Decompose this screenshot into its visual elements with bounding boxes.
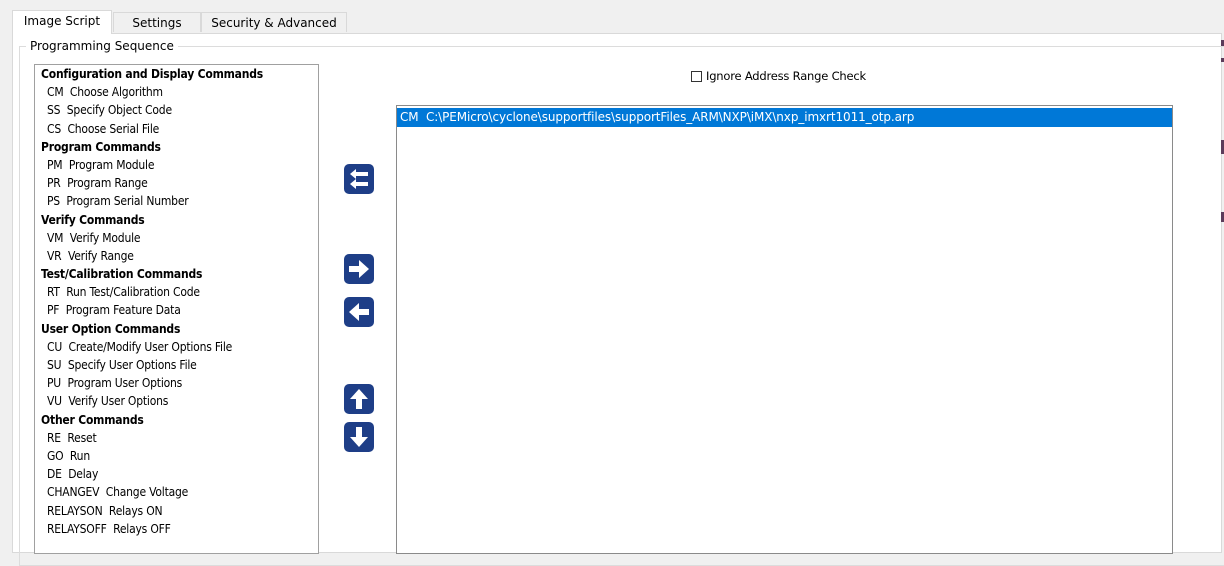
move-down-button[interactable] bbox=[344, 422, 374, 452]
command-item[interactable]: PF Program Feature Data bbox=[35, 301, 318, 319]
command-group-header: Test/Calibration Commands bbox=[41, 267, 203, 282]
command-list[interactable]: Configuration and Display Commands CM Cho… bbox=[34, 64, 319, 554]
tab-bar: Image Script Settings Security & Advance… bbox=[12, 10, 1224, 34]
sequence-row[interactable]: CM C:\PEMicro\cyclone\supportfiles\suppo… bbox=[397, 108, 1172, 127]
command-item[interactable]: GO Run bbox=[35, 447, 318, 465]
command-item[interactable]: VU Verify User Options bbox=[35, 392, 318, 410]
command-item[interactable]: VM Verify Module bbox=[35, 229, 318, 247]
command-item[interactable]: RE Reset bbox=[35, 429, 318, 447]
command-item[interactable]: PR Program Range bbox=[35, 174, 318, 192]
command-item[interactable]: CS Choose Serial File bbox=[35, 120, 318, 138]
command-item[interactable]: CU Create/Modify User Options File bbox=[35, 338, 318, 356]
command-group-header: Program Commands bbox=[41, 139, 161, 154]
ignore-address-range-check[interactable]: Ignore Address Range Check bbox=[691, 68, 866, 84]
command-group-header: User Option Commands bbox=[41, 321, 181, 336]
ignore-address-range-checkbox[interactable] bbox=[691, 70, 702, 82]
tab-image-script[interactable]: Image Script bbox=[12, 10, 112, 34]
arrow-right-icon bbox=[349, 260, 369, 278]
command-item[interactable]: DE Delay bbox=[35, 465, 318, 483]
command-item[interactable]: VR Verify Range bbox=[35, 247, 318, 265]
tab-security-advanced[interactable]: Security & Advanced bbox=[201, 12, 347, 32]
command-item[interactable]: RT Run Test/Calibration Code bbox=[35, 283, 318, 301]
command-item[interactable]: CM Choose Algorithm bbox=[35, 83, 318, 101]
command-item[interactable]: PU Program User Options bbox=[35, 374, 318, 392]
replace-button[interactable] bbox=[344, 164, 374, 194]
command-group-header: Other Commands bbox=[41, 412, 144, 427]
replace-icon bbox=[350, 169, 368, 189]
group-legend: Programming Sequence bbox=[26, 38, 178, 54]
arrow-up-icon bbox=[350, 389, 368, 409]
move-up-button[interactable] bbox=[344, 384, 374, 414]
sequence-list[interactable]: CM C:\PEMicro\cyclone\supportfiles\suppo… bbox=[396, 105, 1173, 554]
tab-settings[interactable]: Settings bbox=[113, 12, 201, 32]
add-command-button[interactable] bbox=[344, 254, 374, 284]
command-item[interactable]: SU Specify User Options File bbox=[35, 356, 318, 374]
command-item[interactable]: PM Program Module bbox=[35, 156, 318, 174]
command-item[interactable]: RELAYSOFF Relays OFF bbox=[35, 520, 318, 538]
command-item[interactable]: RELAYSON Relays ON bbox=[35, 502, 318, 520]
remove-command-button[interactable] bbox=[344, 297, 374, 327]
command-item[interactable]: CHANGEV Change Voltage bbox=[35, 483, 318, 501]
command-item[interactable]: SS Specify Object Code bbox=[35, 101, 318, 119]
ignore-address-range-label: Ignore Address Range Check bbox=[706, 69, 866, 83]
command-group-header: Verify Commands bbox=[41, 212, 145, 227]
arrow-down-icon bbox=[350, 427, 368, 447]
arrow-left-icon bbox=[349, 303, 369, 321]
command-group-header: Configuration and Display Commands bbox=[41, 67, 264, 81]
command-item[interactable]: PS Program Serial Number bbox=[35, 192, 318, 210]
